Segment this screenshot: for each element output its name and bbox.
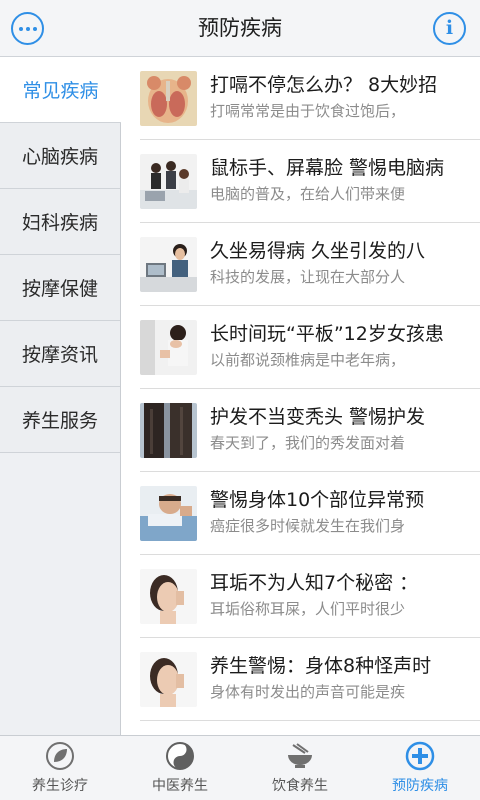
- woman-at-desk-thumbnail: [140, 237, 197, 292]
- tab-disease-prevention[interactable]: 预防疾病: [360, 736, 480, 800]
- article-title: 长时间玩“平板”12岁女孩患: [210, 323, 444, 345]
- tab-label: 饮食养生: [272, 778, 328, 794]
- article-title: 护发不当变秃头 警惕护发: [210, 406, 426, 428]
- article-summary: 以前都说颈椎病是中老年病，: [210, 351, 406, 369]
- office-workers-thumbnail: [140, 154, 197, 209]
- list-item[interactable]: 久坐易得病 久坐引发的八 科技的发展，让现在大部分人: [121, 223, 480, 306]
- article-list[interactable]: 打嗝不停怎么办？ 8大妙招 打嗝常常是由于饮食过饱后， 鼠标手、屏幕脸 警惕电脑…: [121, 57, 480, 735]
- bottom-tab-bar: 养生诊疗 中医养生 饮食养生 预防疾病: [0, 735, 480, 800]
- divider: [140, 720, 480, 721]
- article-summary: 癌症很多时候就发生在我们身: [210, 517, 406, 535]
- article-title: 养生警惕：身体8种怪声时: [210, 655, 432, 677]
- article-summary: 春天到了，我们的秀发面对着: [210, 434, 406, 452]
- hair-thumbnail: [140, 403, 197, 458]
- article-title: 久坐易得病 久坐引发的八: [210, 240, 426, 262]
- article-title: 打嗝不停怎么办？ 8大妙招: [210, 74, 438, 96]
- sidebar-item-label: 常见疾病: [22, 80, 99, 102]
- list-item[interactable]: 长时间玩“平板”12岁女孩患 以前都说颈椎病是中老年病，: [121, 306, 480, 389]
- food-bowl-icon: [285, 741, 315, 771]
- sidebar-item-wellness-services[interactable]: 养生服务: [0, 387, 120, 453]
- leaf-icon: [45, 741, 75, 771]
- man-resting-thumbnail: [140, 486, 197, 541]
- ear-listening-thumbnail: [140, 652, 197, 707]
- list-item[interactable]: 护发不当变秃头 警惕护发 春天到了，我们的秀发面对着: [121, 389, 480, 472]
- list-item[interactable]: 警惕身体10个部位异常预 癌症很多时候就发生在我们身: [121, 472, 480, 555]
- article-summary: 耳垢俗称耳屎，人们平时很少: [210, 600, 406, 618]
- article-summary: 打嗝常常是由于饮食过饱后，: [210, 102, 406, 120]
- article-title: 鼠标手、屏幕脸 警惕电脑病: [210, 157, 445, 179]
- sidebar-item-label: 心脑疾病: [21, 146, 98, 168]
- article-summary: 电脑的普及，在给人们带来便: [210, 185, 406, 203]
- category-sidebar: 常见疾病 心脑疾病 妇科疾病 按摩保健 按摩资讯 养生服务: [0, 57, 121, 735]
- article-summary: 科技的发展，让现在大部分人: [210, 268, 406, 286]
- article-title: 耳垢不为人知7个秘密 ：: [210, 572, 419, 594]
- tab-tcm-wellness[interactable]: 中医养生: [120, 736, 240, 800]
- article-summary: 身体有时发出的声音可能是疾: [210, 683, 406, 701]
- list-item[interactable]: 打嗝不停怎么办？ 8大妙招 打嗝常常是由于饮食过饱后，: [121, 57, 480, 140]
- neck-pain-thumbnail: [140, 320, 197, 375]
- info-button[interactable]: i: [433, 12, 466, 45]
- list-item[interactable]: 鼠标手、屏幕脸 警惕电脑病 电脑的普及，在给人们带来便: [121, 140, 480, 223]
- tab-health-diagnosis[interactable]: 养生诊疗: [0, 736, 120, 800]
- sidebar-item-common-diseases[interactable]: 常见疾病: [0, 57, 121, 123]
- respiratory-diagram-thumbnail: [140, 71, 197, 126]
- sidebar-item-cardio-cerebral[interactable]: 心脑疾病: [0, 123, 120, 189]
- list-item[interactable]: 养生警惕：身体8种怪声时 身体有时发出的声音可能是疾: [121, 638, 480, 721]
- sidebar-item-label: 妇科疾病: [21, 212, 98, 234]
- sidebar-item-gynecology[interactable]: 妇科疾病: [0, 189, 120, 255]
- sidebar-item-massage-care[interactable]: 按摩保健: [0, 255, 120, 321]
- list-item[interactable]: 耳垢不为人知7个秘密 ： 耳垢俗称耳屎，人们平时很少: [121, 555, 480, 638]
- plus-circle-icon: [405, 741, 435, 771]
- article-title: 警惕身体10个部位异常预: [210, 489, 425, 511]
- page-title: 预防疾病: [198, 16, 282, 40]
- info-icon: i: [445, 17, 454, 39]
- ear-listening-thumbnail: [140, 569, 197, 624]
- sidebar-item-label: 按摩资讯: [21, 344, 98, 366]
- app-header: 预防疾病 i: [0, 0, 480, 57]
- yin-yang-icon: [165, 741, 195, 771]
- tab-label: 养生诊疗: [32, 778, 88, 794]
- tab-label: 中医养生: [152, 778, 208, 794]
- sidebar-item-label: 按摩保健: [21, 278, 98, 300]
- sidebar-item-massage-news[interactable]: 按摩资讯: [0, 321, 120, 387]
- tab-diet-wellness[interactable]: 饮食养生: [240, 736, 360, 800]
- tab-label: 预防疾病: [392, 778, 448, 794]
- sidebar-item-label: 养生服务: [21, 410, 98, 432]
